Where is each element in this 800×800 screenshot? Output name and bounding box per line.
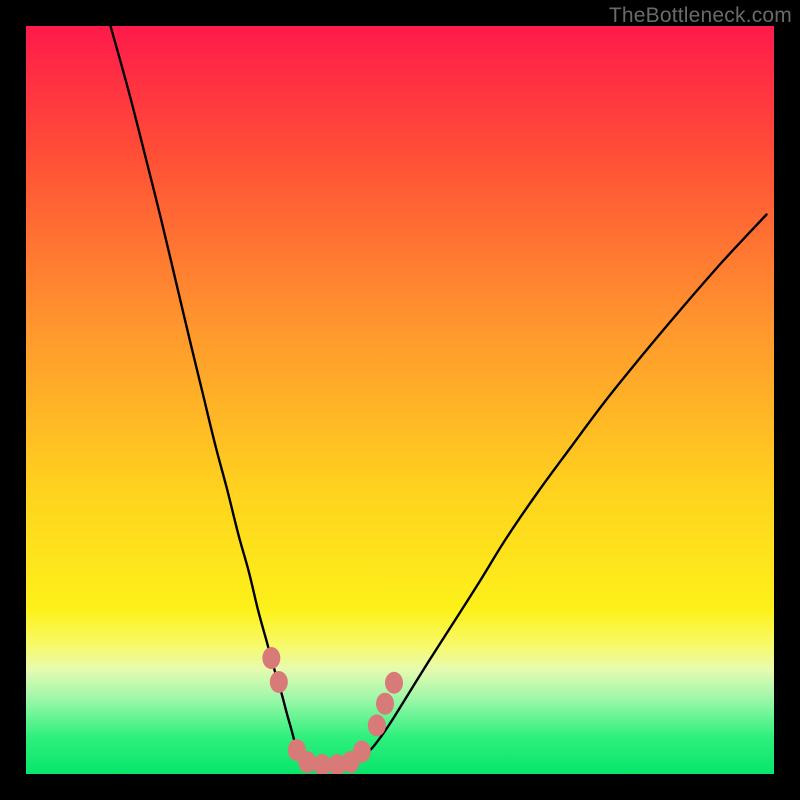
plot-svg xyxy=(26,26,774,774)
watermark-text: TheBottleneck.com xyxy=(609,4,792,28)
data-marker xyxy=(368,714,386,736)
data-marker xyxy=(353,741,371,763)
bottleneck-curve xyxy=(111,26,767,767)
data-marker xyxy=(262,647,280,669)
plot-area xyxy=(26,26,774,774)
data-marker xyxy=(270,671,288,693)
data-marker xyxy=(385,672,403,694)
data-marker xyxy=(376,693,394,715)
chart-frame: TheBottleneck.com xyxy=(0,0,800,800)
